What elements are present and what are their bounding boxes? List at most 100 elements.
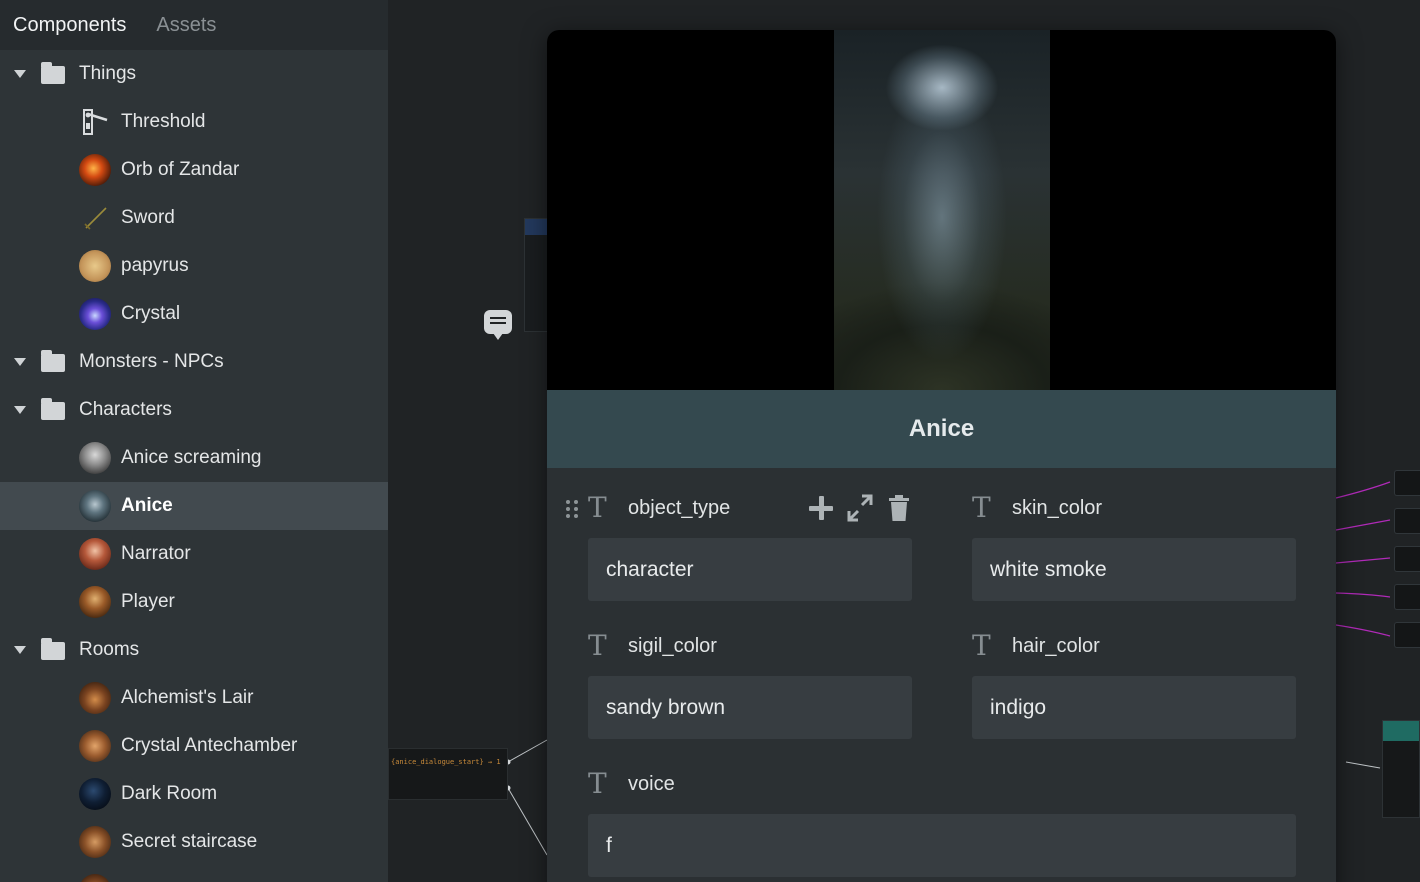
folder-label: Rooms xyxy=(79,639,140,660)
papyrus-thumbnail xyxy=(79,250,111,282)
code-node[interactable]: {anice_dialogue_start} → 1 xyxy=(388,748,508,800)
room-thumbnail xyxy=(79,874,111,882)
property-fields: T object_type character T skin_color whi… xyxy=(547,468,1336,882)
add-icon[interactable] xyxy=(808,494,834,522)
tree-item-partial[interactable] xyxy=(0,866,388,882)
tree-item-papyrus[interactable]: papyrus xyxy=(0,242,388,290)
tree-item-label: Crystal xyxy=(121,303,181,324)
caret-down-icon[interactable] xyxy=(14,70,26,78)
tab-components[interactable]: Components xyxy=(13,14,126,37)
tree-item-anice-screaming[interactable]: Anice screaming xyxy=(0,434,388,482)
anice-screaming-thumbnail xyxy=(79,442,111,474)
tree-item-crystal-antechamber[interactable]: Crystal Antechamber xyxy=(0,722,388,770)
sword-icon xyxy=(79,202,111,234)
tree-item-alchemists-lair[interactable]: Alchemist's Lair xyxy=(0,674,388,722)
tree-item-threshold[interactable]: Threshold xyxy=(0,98,388,146)
delete-icon[interactable] xyxy=(886,494,912,522)
text-type-icon: T xyxy=(588,767,607,800)
tree-item-label: Crystal Antechamber xyxy=(121,735,298,756)
tree-item-label: Sword xyxy=(121,207,175,228)
field-header: T skin_color xyxy=(972,488,1296,528)
alchemists-lair-thumbnail xyxy=(79,682,111,714)
preview-image xyxy=(547,30,1336,390)
caret-down-icon[interactable] xyxy=(14,646,26,654)
tree-item-anice[interactable]: Anice xyxy=(0,482,388,530)
tree-item-label: Player xyxy=(121,591,175,612)
drag-handle-icon[interactable] xyxy=(566,500,578,518)
entity-detail-card: Anice T object_type character T skin_col… xyxy=(547,30,1336,882)
field-name: skin_color xyxy=(1012,496,1103,519)
tree-item-sword[interactable]: Sword xyxy=(0,194,388,242)
caret-down-icon[interactable] xyxy=(14,406,26,414)
player-thumbnail xyxy=(79,586,111,618)
folder-characters[interactable]: Characters xyxy=(0,386,388,434)
code-snippet: {anice_dialogue_start} → 1 xyxy=(391,758,501,766)
narrator-thumbnail xyxy=(79,538,111,570)
text-type-icon: T xyxy=(972,629,991,662)
tree-item-narrator[interactable]: Narrator xyxy=(0,530,388,578)
folder-icon xyxy=(41,350,65,372)
field-value-input[interactable]: character xyxy=(588,538,912,601)
comment-icon[interactable] xyxy=(484,310,512,340)
entity-title: Anice xyxy=(908,415,975,442)
tree-item-label: papyrus xyxy=(121,255,189,276)
field-name: object_type xyxy=(628,496,731,519)
ghost-image xyxy=(834,30,1050,390)
tree-item-player[interactable]: Player xyxy=(0,578,388,626)
folder-label: Characters xyxy=(79,399,172,420)
sidebar-tabs: Components Assets xyxy=(0,0,388,50)
text-type-icon: T xyxy=(588,491,607,524)
tree-item-label: Alchemist's Lair xyxy=(121,687,254,708)
field-toolbar xyxy=(795,494,912,522)
field-value-input[interactable]: indigo xyxy=(972,676,1296,739)
tree-item-crystal[interactable]: Crystal xyxy=(0,290,388,338)
field-header: T voice xyxy=(588,764,1296,804)
anice-thumbnail xyxy=(79,490,111,522)
output-pin[interactable] xyxy=(1394,546,1420,572)
tree-item-label: Anice xyxy=(121,495,173,516)
field-value-input[interactable]: white smoke xyxy=(972,538,1296,601)
crystal-thumbnail xyxy=(79,298,111,330)
node-header xyxy=(1383,721,1419,741)
dark-room-thumbnail xyxy=(79,778,111,810)
tree-item-label: Narrator xyxy=(121,543,191,564)
tree-item-label: Threshold xyxy=(121,111,206,132)
field-value-input[interactable]: sandy brown xyxy=(588,676,912,739)
secret-staircase-thumbnail xyxy=(79,826,111,858)
tree-item-label: Orb of Zandar xyxy=(121,159,240,180)
component-tree: Things Threshold Orb of Zandar Sword pap… xyxy=(0,50,388,882)
field-skin-color: T skin_color white smoke xyxy=(972,488,1296,601)
field-header: T object_type xyxy=(566,488,912,528)
output-pin[interactable] xyxy=(1394,622,1420,648)
tree-item-secret-staircase[interactable]: Secret staircase xyxy=(0,818,388,866)
tree-item-dark-room[interactable]: Dark Room xyxy=(0,770,388,818)
orb-thumbnail xyxy=(79,154,111,186)
field-hair-color: T hair_color indigo xyxy=(972,626,1296,739)
title-band: Anice xyxy=(547,390,1336,468)
folder-icon xyxy=(41,638,65,660)
field-value-input[interactable]: f xyxy=(588,814,1296,877)
output-pin[interactable] xyxy=(1394,584,1420,610)
threshold-icon xyxy=(79,106,111,138)
expand-icon[interactable] xyxy=(847,494,873,522)
output-pin[interactable] xyxy=(1394,508,1420,534)
field-sigil-color: T sigil_color sandy brown xyxy=(588,626,912,739)
folder-things[interactable]: Things xyxy=(0,50,388,98)
tab-assets[interactable]: Assets xyxy=(156,14,216,37)
field-name: voice xyxy=(628,772,675,795)
text-type-icon: T xyxy=(588,629,607,662)
tree-item-orb-of-zandar[interactable]: Orb of Zandar xyxy=(0,146,388,194)
folder-label: Things xyxy=(79,63,137,84)
folder-monsters-npcs[interactable]: Monsters - NPCs xyxy=(0,338,388,386)
crystal-antechamber-thumbnail xyxy=(79,730,111,762)
folder-icon xyxy=(41,398,65,420)
background-node[interactable] xyxy=(1382,720,1420,818)
output-pin[interactable] xyxy=(1394,470,1420,496)
field-voice: T voice f xyxy=(588,764,1296,877)
tree-item-label: Anice screaming xyxy=(121,447,262,468)
field-header: T hair_color xyxy=(972,626,1296,666)
folder-label: Monsters - NPCs xyxy=(79,351,224,372)
folder-rooms[interactable]: Rooms xyxy=(0,626,388,674)
field-object-type: T object_type character xyxy=(566,488,912,601)
caret-down-icon[interactable] xyxy=(14,358,26,366)
